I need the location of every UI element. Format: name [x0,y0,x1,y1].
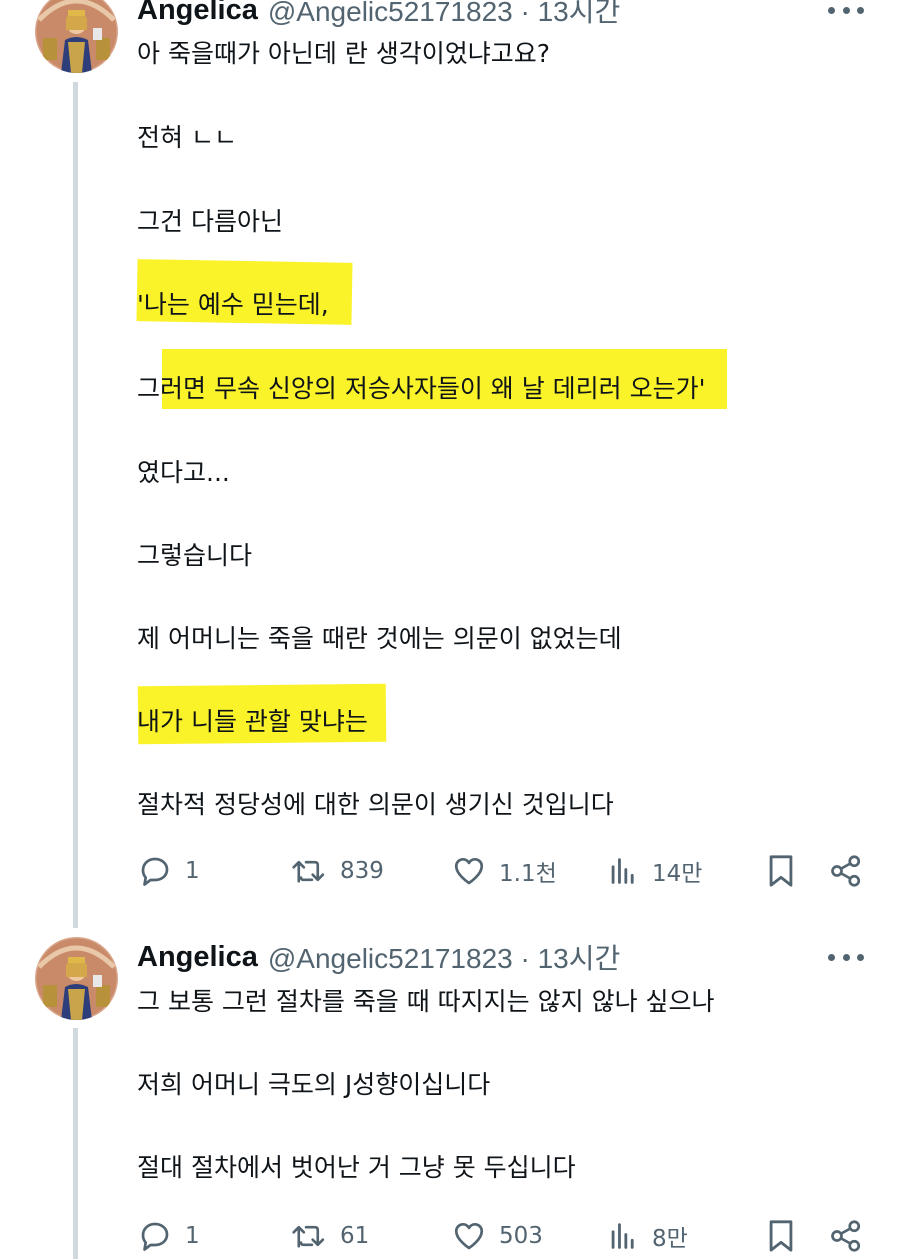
reply-button[interactable]: 1 [137,1216,200,1256]
tweet-text-line: 아 죽을때가 아닌데 란 생각이었냐고요? [137,39,551,68]
tweet-text-line: 그건 다름아닌 [137,207,283,236]
repost-icon [292,1225,325,1248]
tweet-text-line: '나는 예수 믿는데, [137,290,329,319]
tweet-text-line: 절차적 정당성에 대한 의문이 생기신 것입니다 [137,790,614,819]
display-name[interactable]: Angelica [137,0,258,27]
reply-button[interactable]: 1 [137,851,200,891]
like-count: 1.1천 [499,861,557,887]
handle-time[interactable]: @Angelic52171823 · 13시간 [268,0,620,30]
reply-icon [141,857,169,886]
repost-icon [292,860,325,883]
views-count: 8만 [652,1226,688,1252]
repost-count: 61 [340,1223,370,1249]
views-icon [611,1223,634,1249]
views-button[interactable]: 8만 [606,1216,688,1256]
tweet-text-line: 전혀 ㄴㄴ [137,123,237,152]
tweet-header: Angelica @Angelic52171823 · 13시간 [137,937,620,977]
tweet-text-line: 그렇습니다 [137,541,253,570]
tweet-text-line: 제 어머니는 죽을 때란 것에는 의문이 없었는데 [137,624,622,653]
tweet-text-line: 그러면 무속 신앙의 저승사자들이 왜 날 데리러 오는가' [137,374,706,403]
display-name[interactable]: Angelica [137,941,258,974]
share-button[interactable] [828,851,864,891]
views-count: 14만 [652,861,703,887]
views-button[interactable]: 14만 [606,851,702,891]
like-button[interactable]: 503 [451,1216,543,1256]
like-button[interactable]: 1.1천 [451,851,557,891]
repost-button[interactable]: 839 [290,851,384,891]
tweet-text-line: 였다고... [137,458,230,487]
tweet-header: Angelica @Angelic52171823 · 13시간 [137,0,620,30]
bookmark-icon [769,855,793,887]
tweet-text-line: 그 보통 그런 절차를 죽을 때 따지지는 않지 않나 싶으나 [137,987,715,1016]
thread-line [73,82,78,928]
avatar[interactable] [35,937,118,1020]
bookmark-button[interactable] [764,1216,798,1256]
reply-count: 1 [185,1223,200,1249]
share-button[interactable] [828,1216,864,1256]
avatar[interactable] [35,0,118,73]
views-icon [611,858,634,884]
tweet-text-line: 저희 어머니 극도의 J성향이십니다 [137,1070,491,1099]
thread-line [73,1028,78,1259]
like-icon [454,1222,484,1250]
reply-count: 1 [185,858,200,884]
share-icon [831,1220,861,1252]
repost-button[interactable]: 61 [290,1216,369,1256]
more-icon[interactable] [828,947,864,967]
bookmark-icon [769,1220,793,1252]
tweet-text-line: 내가 니들 관할 맞냐는 [137,707,368,736]
repost-count: 839 [340,858,384,884]
more-icon[interactable] [828,0,864,20]
like-icon [454,857,484,885]
handle-time[interactable]: @Angelic52171823 · 13시간 [268,937,620,977]
like-count: 503 [499,1223,543,1249]
share-icon [831,855,861,887]
bookmark-button[interactable] [764,851,798,891]
reply-icon [141,1222,169,1251]
tweet-text-line: 절대 절차에서 벗어난 거 그냥 못 두십니다 [137,1153,576,1182]
